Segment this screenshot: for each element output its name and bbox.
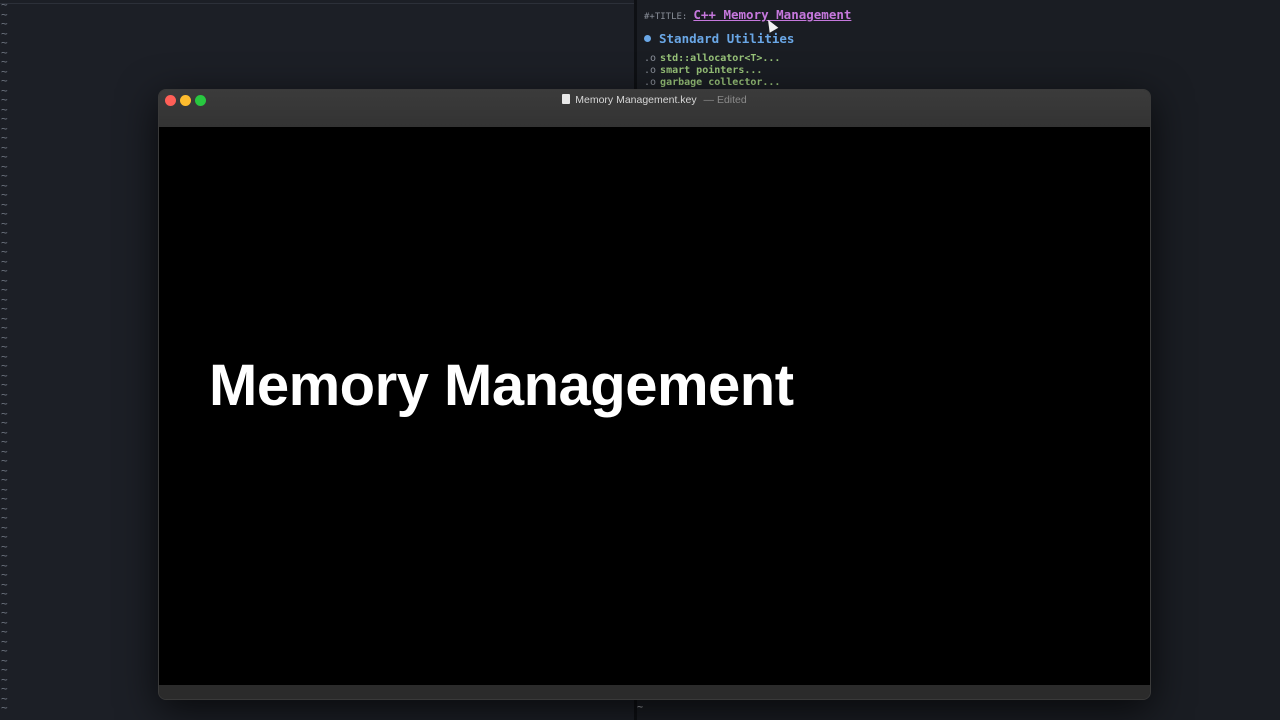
editor-bottom-marker: ~ [637,702,644,713]
sub-list: .o std::allocator<T>... .o smart pointers.… [644,53,851,89]
window-status-text: Edited [716,94,747,106]
window-title: Memory Management.key — Edited [159,94,1150,106]
heading-bullet-icon [644,35,651,42]
window-bottom-bar [159,685,1150,699]
title-keyword: #+TITLE: [644,12,688,22]
window-status: — Edited [704,94,747,106]
sub-item-text: std::allocator<T>... [660,53,781,64]
sub-item-allocator[interactable]: .o std::allocator<T>... [644,53,851,65]
sub-item-garbage-collector[interactable]: .o garbage collector... [644,77,851,89]
sub-item-marker: .o [644,65,657,76]
editor-gutter: ~ ~ ~ ~ ~ ~ ~ ~ ~ ~ ~ ~ ~ ~ ~ ~ ~ ~ ~ ~ ~ ~ ~ ~ ~ ~ ~ ~ ~ ~ ~ ~ ~ ~ ~ ~ ~ ~ ~ ~… [0,0,13,720]
window-titlebar[interactable]: Memory Management.key — Edited [159,90,1150,128]
title-line: #+TITLE: C++ Memory Management [644,6,851,24]
editor-content: #+TITLE: C++ Memory Management Standard U… [644,6,851,89]
keynote-window[interactable]: Memory Management.key — Edited Memory Ma… [158,89,1151,700]
slide-title[interactable]: Memory Management [209,352,794,419]
window-file-name: Memory Management.key [575,94,697,106]
sub-item-text: smart pointers... [660,65,763,76]
sub-item-marker: .o [644,77,657,88]
sub-item-marker: .o [644,53,657,64]
heading-standard-utilities[interactable]: Standard Utilities [644,30,851,48]
sub-item-smart-pointers[interactable]: .o smart pointers... [644,65,851,77]
gutter-tilde: ~ [1,701,8,714]
sub-item-text: garbage collector... [660,77,781,88]
slide-canvas[interactable]: Memory Management [159,127,1150,685]
document-icon [562,94,571,104]
window-status-separator: — [703,94,715,106]
heading-text: Standard Utilities [659,31,795,46]
